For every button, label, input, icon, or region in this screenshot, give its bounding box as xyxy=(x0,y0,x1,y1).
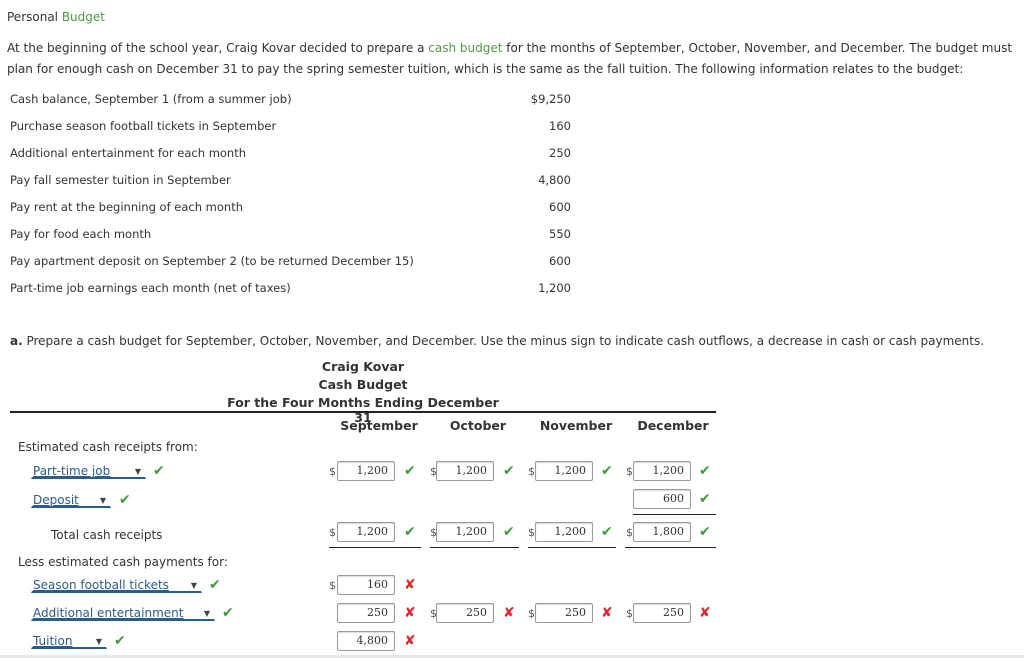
info-row: Pay apartment deposit on September 2 (to… xyxy=(10,254,571,268)
football-tickets-september-input[interactable]: 160 xyxy=(337,575,395,595)
check-icon: ✔ xyxy=(699,524,711,540)
total-rule xyxy=(625,547,716,548)
column-header-october: October xyxy=(449,418,507,433)
check-icon: ✔ xyxy=(114,633,126,649)
part-time-job-december-input[interactable]: 1,200 xyxy=(633,461,691,481)
check-icon: ✔ xyxy=(503,524,515,540)
check-icon: ✔ xyxy=(404,463,416,479)
check-icon: ✔ xyxy=(119,492,131,508)
dollar-sign: $ xyxy=(528,465,535,478)
info-row: Pay fall semester tuition in September 4,… xyxy=(10,173,571,187)
info-row: Pay rent at the beginning of each month 6… xyxy=(10,200,571,214)
check-icon: ✔ xyxy=(699,491,711,507)
total-rule xyxy=(430,547,519,548)
check-icon: ✔ xyxy=(601,524,613,540)
budget-link[interactable]: Budget xyxy=(62,10,105,24)
budget-title: Cash Budget xyxy=(318,377,408,392)
check-icon: ✔ xyxy=(503,463,515,479)
entertainment-november-input[interactable]: 250 xyxy=(535,603,593,623)
part-time-job-october-input[interactable]: 1,200 xyxy=(436,461,494,481)
season-football-tickets-select[interactable]: Season football tickets ▼ xyxy=(31,577,202,593)
cash-budget-link[interactable]: cash budget xyxy=(428,41,502,55)
dollar-sign: $ xyxy=(329,579,336,592)
check-icon: ✔ xyxy=(153,463,165,479)
subtotal-rule xyxy=(633,514,716,515)
info-row: Additional entertainment for each month 2… xyxy=(10,146,571,160)
tuition-september-input[interactable]: 4,800 xyxy=(337,631,395,651)
page-title: Personal Budget xyxy=(7,10,105,24)
dollar-sign: $ xyxy=(329,526,336,539)
cross-icon: ✘ xyxy=(404,605,416,621)
entertainment-december-input[interactable]: 250 xyxy=(633,603,691,623)
check-icon: ✔ xyxy=(601,463,613,479)
dropdown-caret-icon: ▼ xyxy=(203,609,210,618)
additional-entertainment-select[interactable]: Additional entertainment ▼ xyxy=(31,605,215,621)
tuition-select[interactable]: Tuition ▼ xyxy=(31,633,107,649)
dropdown-caret-icon: ▼ xyxy=(99,496,106,505)
column-header-november: November xyxy=(539,418,613,433)
part-time-job-november-input[interactable]: 1,200 xyxy=(535,461,593,481)
dropdown-caret-icon: ▼ xyxy=(95,637,102,646)
info-row: Cash balance, September 1 (from a summer… xyxy=(10,92,571,106)
check-icon: ✔ xyxy=(699,463,711,479)
part-time-job-select[interactable]: Part-time job ▼ xyxy=(31,463,146,479)
total-rule xyxy=(329,547,421,548)
dropdown-caret-icon: ▼ xyxy=(134,467,141,476)
dollar-sign: $ xyxy=(528,526,535,539)
check-icon: ✔ xyxy=(209,577,221,593)
total-rule xyxy=(528,547,616,548)
cross-icon: ✘ xyxy=(503,605,515,621)
total-receipts-december-input[interactable]: 1,800 xyxy=(633,522,691,542)
entertainment-october-input[interactable]: 250 xyxy=(436,603,494,623)
dollar-sign: $ xyxy=(626,607,633,620)
check-icon: ✔ xyxy=(404,524,416,540)
cross-icon: ✘ xyxy=(699,605,711,621)
total-receipts-november-input[interactable]: 1,200 xyxy=(535,522,593,542)
total-receipts-label: Total cash receipts xyxy=(51,528,163,542)
entertainment-september-input[interactable]: 250 xyxy=(337,603,395,623)
info-row: Purchase season football tickets in Sept… xyxy=(10,119,571,133)
dropdown-caret-icon: ▼ xyxy=(190,581,197,590)
dollar-sign: $ xyxy=(528,607,535,620)
deposit-december-input[interactable]: 600 xyxy=(633,489,691,509)
cross-icon: ✘ xyxy=(404,633,416,649)
header-rule xyxy=(10,411,716,413)
dollar-sign: $ xyxy=(329,465,336,478)
instruction: a. Prepare a cash budget for September, … xyxy=(10,334,985,348)
budget-name: Craig Kovar xyxy=(321,359,405,374)
total-receipts-september-input[interactable]: 1,200 xyxy=(337,522,395,542)
deposit-select[interactable]: Deposit ▼ xyxy=(31,492,111,508)
info-row: Pay for food each month 550 xyxy=(10,227,571,241)
part-time-job-september-input[interactable]: 1,200 xyxy=(337,461,395,481)
column-header-september: September xyxy=(340,418,418,433)
column-header-december: December xyxy=(637,418,709,433)
total-receipts-october-input[interactable]: 1,200 xyxy=(436,522,494,542)
intro-paragraph: At the beginning of the school year, Cra… xyxy=(7,41,1013,76)
info-row: Part-time job earnings each month (net o… xyxy=(10,281,571,295)
check-icon: ✔ xyxy=(222,605,234,621)
dollar-sign: $ xyxy=(626,465,633,478)
cross-icon: ✘ xyxy=(601,605,613,621)
dollar-sign: $ xyxy=(626,526,633,539)
cross-icon: ✘ xyxy=(404,577,416,593)
receipts-section-label: Estimated cash receipts from: xyxy=(18,440,198,454)
payments-section-label: Less estimated cash payments for: xyxy=(18,555,228,569)
